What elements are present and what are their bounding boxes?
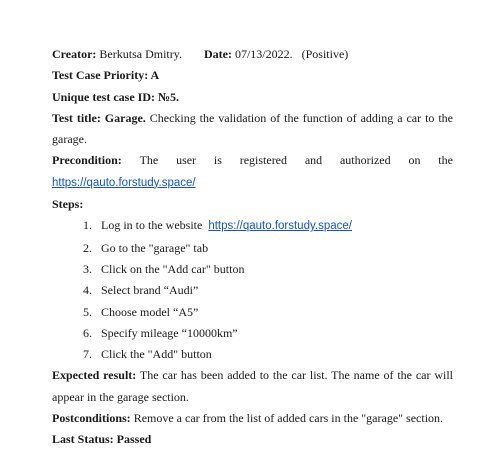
test-type: (Positive) — [301, 47, 349, 61]
last-status-line: Last Status: Passed — [52, 429, 453, 450]
step-item: 3. Click on the "Add car" button — [83, 259, 453, 280]
steps-list: 1. Log in to the website https://qauto.f… — [52, 215, 453, 365]
unique-id-line: Unique test case ID: №5. — [52, 87, 453, 108]
document-page: Creator: Berkutsa Dmitry. Date: 07/13/202… — [0, 0, 480, 468]
precondition-word: user — [176, 153, 197, 168]
step-item: 5. Choose model “A5” — [83, 302, 453, 323]
step-text: Choose model “A5” — [101, 304, 199, 319]
postconditions-label: Postconditions: — [52, 411, 131, 426]
priority-line: Test Case Priority: A — [52, 65, 453, 86]
postconditions-paragraph: Postconditions: Remove a car from the li… — [52, 408, 453, 429]
date-label: Date: — [203, 47, 232, 61]
step-number: 3. — [83, 261, 92, 276]
precondition-line: Precondition: The user is registered and… — [52, 150, 453, 171]
step-number: 7. — [83, 347, 92, 362]
priority-text: Test Case Priority: A — [52, 68, 160, 83]
last-status-text: Last Status: Passed — [52, 432, 152, 447]
test-title-label: Test title: — [52, 110, 101, 125]
precondition-word: registered — [239, 153, 288, 168]
step-number: 2. — [83, 240, 92, 255]
precondition-link-line: https://qauto.forstudy.space/ — [52, 172, 453, 194]
precondition-word: The — [139, 153, 159, 168]
step-item: 6. Specify mileage “10000km” — [83, 323, 453, 344]
step-link[interactable]: https://qauto.forstudy.space/ — [208, 220, 352, 232]
step-number: 1. — [83, 218, 92, 233]
creator-label: Creator: — [52, 47, 97, 61]
precondition-link[interactable]: https://qauto.forstudy.space/ — [52, 177, 196, 189]
test-title-bold: Garage. — [104, 110, 146, 125]
precondition-word: authorized — [339, 153, 391, 168]
postconditions-text: Remove a car from the list of added cars… — [133, 411, 444, 426]
precondition-word: and — [304, 153, 323, 168]
steps-heading: Steps: — [52, 194, 453, 215]
expected-result-paragraph: Expected result: The car has been added … — [52, 365, 453, 408]
expected-result-label: Expected result: — [52, 368, 137, 383]
step-item: 4. Select brand “Audi” — [83, 280, 453, 301]
unique-id-text: Unique test case ID: №5. — [52, 89, 180, 104]
step-text: Log in to the website — [101, 218, 203, 233]
creator-value: Berkutsa Dmitry. — [99, 47, 182, 61]
step-text: Select brand “Audi” — [101, 283, 199, 298]
test-title-paragraph: Test title: Garage. Checking the validat… — [52, 108, 453, 151]
precondition-word: the — [438, 153, 453, 168]
precondition-label: Precondition: — [52, 153, 122, 168]
step-item: 1. Log in to the website https://qauto.f… — [83, 215, 453, 237]
step-text: Go to the "garage" tab — [101, 240, 209, 255]
precondition-word: is — [213, 153, 222, 168]
test-case-document: Creator: Berkutsa Dmitry. Date: 07/13/202… — [52, 44, 453, 451]
step-text: Click on the "Add car" button — [101, 261, 245, 276]
creator-date-line: Creator: Berkutsa Dmitry. Date: 07/13/202… — [52, 44, 453, 65]
step-item: 2. Go to the "garage" tab — [83, 238, 453, 259]
step-number: 4. — [83, 283, 92, 298]
step-number: 5. — [83, 304, 92, 319]
date-value: 07/13/2022. — [234, 47, 293, 61]
step-item: 7. Click the "Add" button — [83, 344, 453, 365]
step-text: Specify mileage “10000km” — [101, 325, 238, 340]
step-text: Click the "Add" button — [101, 347, 212, 362]
steps-label: Steps: — [52, 197, 84, 212]
precondition-word: on — [408, 153, 421, 168]
step-number: 6. — [83, 325, 92, 340]
